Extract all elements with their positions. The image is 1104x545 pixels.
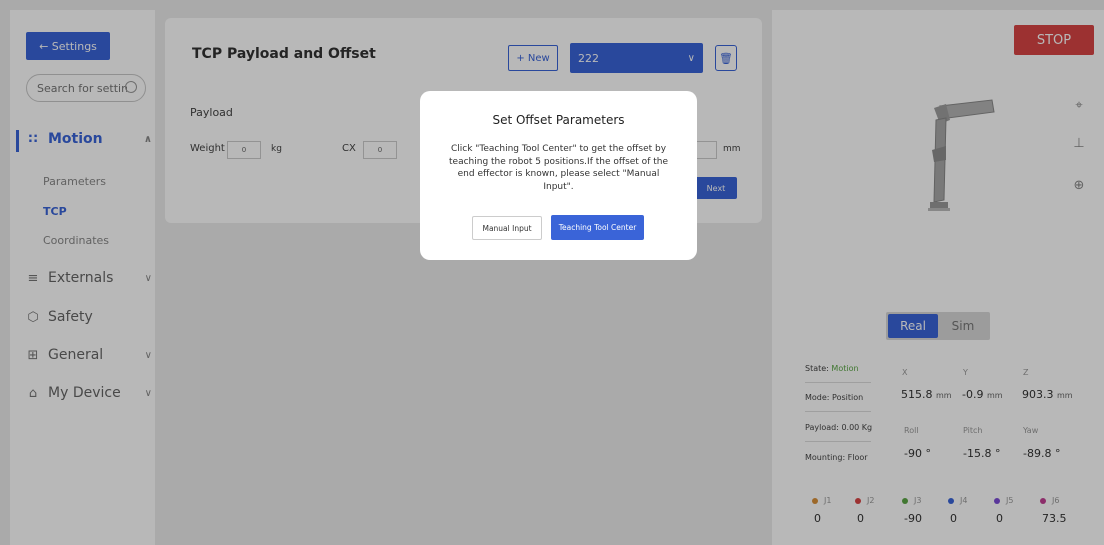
dialog-message: Click "Teaching Tool Center" to get the …	[449, 144, 668, 192]
modal-overlay[interactable]	[0, 0, 1104, 545]
manual-input-button[interactable]: Manual Input	[472, 216, 542, 240]
dialog-title: Set Offset Parameters	[492, 113, 625, 127]
set-offset-dialog: Set Offset Parameters Click "Teaching To…	[420, 91, 697, 260]
teaching-tool-center-button[interactable]: Teaching Tool Center	[551, 215, 644, 240]
